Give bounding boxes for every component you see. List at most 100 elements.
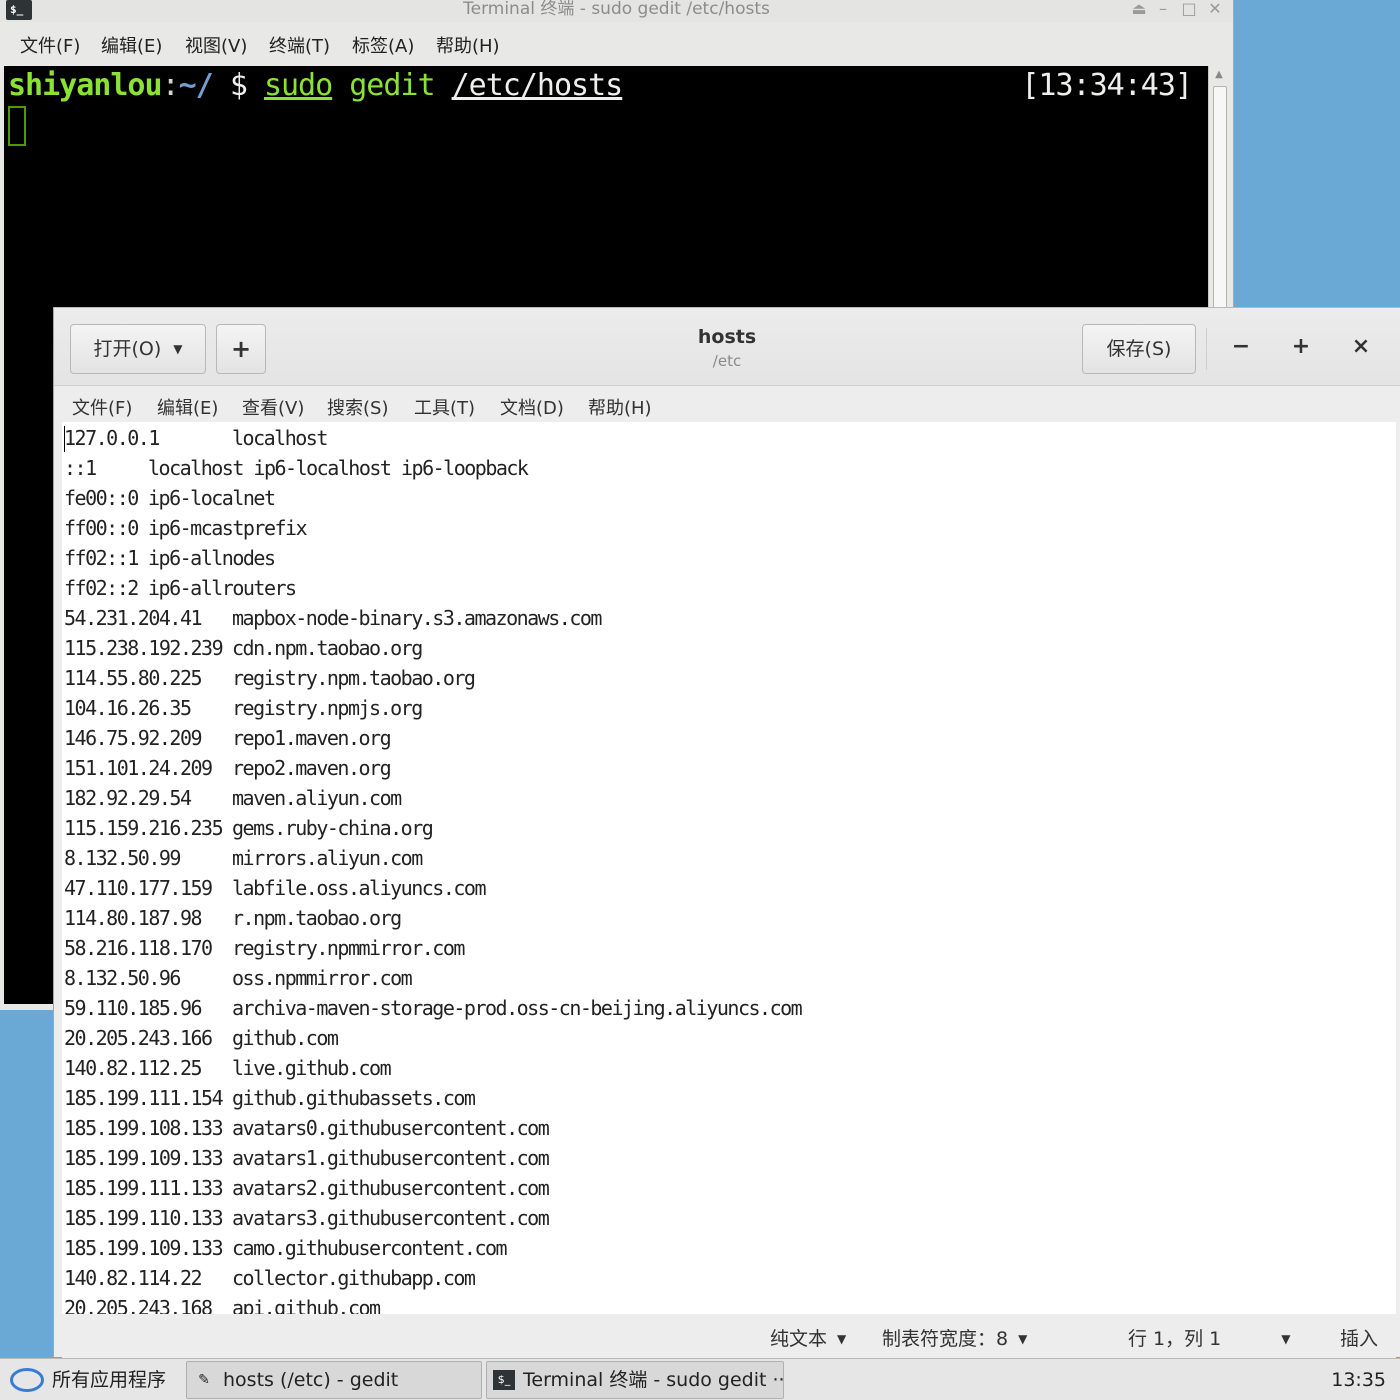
language-selector[interactable]: 纯文本 ▼: [770, 1324, 846, 1351]
open-button[interactable]: 打开(O) ▼: [70, 324, 206, 374]
host-ip: 114.80.187.98: [64, 906, 203, 930]
chevron-down-icon: ▼: [1018, 1332, 1028, 1346]
command-argument: /etc/hosts: [451, 68, 624, 103]
host-names: avatars2.githubusercontent.com: [232, 1176, 550, 1200]
host-names: localhost ip6-localhost ip6-loopback: [148, 456, 529, 480]
hosts-line: 185.199.110.133 avatars3.githubuserconten…: [64, 1203, 550, 1233]
host-ip: ff02::2: [64, 576, 139, 600]
gedit-menu-view[interactable]: 查看(V): [242, 394, 304, 420]
host-names: live.github.com: [232, 1056, 392, 1080]
eject-icon[interactable]: ⏏: [1128, 0, 1150, 20]
scroll-up-icon[interactable]: ▲: [1212, 68, 1226, 82]
gedit-window[interactable]: 打开(O) ▼ + hosts /etc 保存(S) − + × 文件(F) 编辑…: [53, 307, 1400, 1358]
hosts-line: fe00::0 ip6-localnet: [64, 483, 276, 513]
host-names: localhost: [232, 426, 328, 450]
host-names: mapbox-node-binary.s3.amazonaws.com: [232, 606, 602, 630]
host-ip: 185.199.110.133: [64, 1206, 224, 1230]
minimize-button[interactable]: −: [1226, 332, 1256, 362]
applications-menu-button[interactable]: 所有应用程序: [4, 1359, 180, 1400]
hosts-line: 8.132.50.99 mirrors.aliyun.com: [64, 843, 423, 873]
host-names: repo1.maven.org: [232, 726, 392, 750]
terminal-menu-edit[interactable]: 编辑(E): [101, 32, 162, 58]
close-button[interactable]: ×: [1346, 332, 1376, 362]
host-names: maven.aliyun.com: [232, 786, 402, 810]
host-names: avatars3.githubusercontent.com: [232, 1206, 550, 1230]
hosts-line: ff00::0 ip6-mcastprefix: [64, 513, 308, 543]
hosts-line: 20.205.243.168 api.github.com: [64, 1293, 381, 1314]
taskbar-item-gedit[interactable]: ✎ hosts (/etc) - gedit: [186, 1361, 482, 1399]
host-names: ip6-allnodes: [148, 546, 276, 570]
host-ip: 8.132.50.96: [64, 966, 181, 990]
hosts-line: 114.55.80.225 registry.npm.taobao.org: [64, 663, 476, 693]
gedit-menu-documents[interactable]: 文档(D): [500, 394, 564, 420]
terminal-cursor: [8, 106, 26, 146]
command-sudo: sudo: [263, 68, 333, 103]
terminal-menu-file[interactable]: 文件(F): [20, 32, 80, 58]
host-ip: 115.159.216.235: [64, 816, 224, 840]
hosts-line: 182.92.29.54 maven.aliyun.com: [64, 783, 402, 813]
hosts-line: 185.199.109.133 avatars1.githubuserconten…: [64, 1143, 550, 1173]
save-button[interactable]: 保存(S): [1082, 324, 1196, 374]
gedit-headerbar[interactable]: 打开(O) ▼ + hosts /etc 保存(S) − + ×: [54, 308, 1400, 386]
host-names: avatars0.githubusercontent.com: [232, 1116, 550, 1140]
new-tab-button[interactable]: +: [216, 324, 266, 374]
host-ip: 140.82.112.25: [64, 1056, 203, 1080]
terminal-icon: $_: [493, 1370, 515, 1390]
host-ip: 185.199.111.133: [64, 1176, 224, 1200]
clock[interactable]: 13:35: [1331, 1359, 1386, 1400]
taskbar-item-terminal[interactable]: $_ Terminal 终端 - sudo gedit ···: [486, 1361, 784, 1399]
host-names: api.github.com: [232, 1296, 381, 1314]
text-editor-area[interactable]: 127.0.0.1 localhost::1 localhost ip6-local…: [62, 422, 1396, 1314]
insert-mode-indicator: 插入: [1340, 1328, 1379, 1350]
host-ip: 20.205.243.166: [64, 1026, 213, 1050]
host-ip: 151.101.24.209: [64, 756, 213, 780]
maximize-button[interactable]: +: [1286, 332, 1316, 362]
cursor-position-selector[interactable]: 行 1，列 1 ▼: [1128, 1324, 1291, 1351]
document-path: /etc: [712, 352, 742, 370]
terminal-menubar: 文件(F) 编辑(E) 视图(V) 终端(T) 标签(A) 帮助(H): [0, 26, 1233, 64]
prompt-time: [13:34:43]: [1021, 68, 1193, 103]
terminal-command-line: shiyanlou:~/ $ sudo gedit /etc/hosts: [8, 68, 624, 104]
host-ip: 127.0.0.1: [64, 426, 160, 450]
terminal-menu-tabs[interactable]: 标签(A): [352, 32, 414, 58]
hosts-line: 127.0.0.1 localhost: [64, 423, 328, 453]
host-ip: 104.16.26.35: [64, 696, 192, 720]
headerbar-separator: [1206, 328, 1207, 370]
hosts-line: 8.132.50.96 oss.npmmirror.com: [64, 963, 413, 993]
host-ip: fe00::0: [64, 486, 139, 510]
applications-logo-icon: [10, 1368, 44, 1392]
hosts-line: ff02::2 ip6-allrouters: [64, 573, 297, 603]
minimize-icon[interactable]: –: [1152, 0, 1174, 20]
prompt-path: ~/: [178, 68, 214, 103]
host-names: camo.githubusercontent.com: [232, 1236, 508, 1260]
close-icon[interactable]: ✕: [1204, 0, 1226, 20]
host-names: mirrors.aliyun.com: [232, 846, 423, 870]
host-names: avatars1.githubusercontent.com: [232, 1146, 550, 1170]
cursor-position-label: 行 1，列 1: [1128, 1328, 1222, 1350]
gedit-menu-file[interactable]: 文件(F): [72, 394, 132, 420]
host-ip: ff00::0: [64, 516, 139, 540]
gedit-menu-edit[interactable]: 编辑(E): [157, 394, 218, 420]
gedit-menu-help[interactable]: 帮助(H): [588, 394, 652, 420]
terminal-menu-terminal[interactable]: 终端(T): [269, 32, 330, 58]
host-ip: 47.110.177.159: [64, 876, 213, 900]
tab-width-selector[interactable]: 制表符宽度：8 ▼: [882, 1324, 1027, 1351]
maximize-icon[interactable]: □: [1178, 0, 1200, 20]
terminal-menu-view[interactable]: 视图(V): [185, 32, 247, 58]
terminal-titlebar[interactable]: $_ Terminal 终端 - sudo gedit /etc/hosts ⏏…: [0, 0, 1233, 22]
host-ip: 146.75.92.209: [64, 726, 203, 750]
hosts-line: 185.199.109.133 camo.githubusercontent.co…: [64, 1233, 508, 1263]
host-ip: 20.205.243.168: [64, 1296, 213, 1314]
host-names: registry.npmjs.org: [232, 696, 423, 720]
host-ip: 182.92.29.54: [64, 786, 192, 810]
host-names: github.com: [232, 1026, 339, 1050]
document-title: hosts: [697, 326, 757, 348]
host-ip: 58.216.118.170: [64, 936, 213, 960]
gedit-menu-search[interactable]: 搜索(S): [327, 394, 388, 420]
hosts-line: 115.159.216.235 gems.ruby-china.org: [64, 813, 434, 843]
terminal-menu-help[interactable]: 帮助(H): [436, 32, 500, 58]
gedit-statusbar: 纯文本 ▼ 制表符宽度：8 ▼ 行 1，列 1 ▼ 插入: [62, 1314, 1396, 1358]
host-ip: 185.199.108.133: [64, 1116, 224, 1140]
gedit-menu-tools[interactable]: 工具(T): [414, 394, 475, 420]
taskbar-item-label: Terminal 终端 - sudo gedit ···: [523, 1369, 784, 1391]
